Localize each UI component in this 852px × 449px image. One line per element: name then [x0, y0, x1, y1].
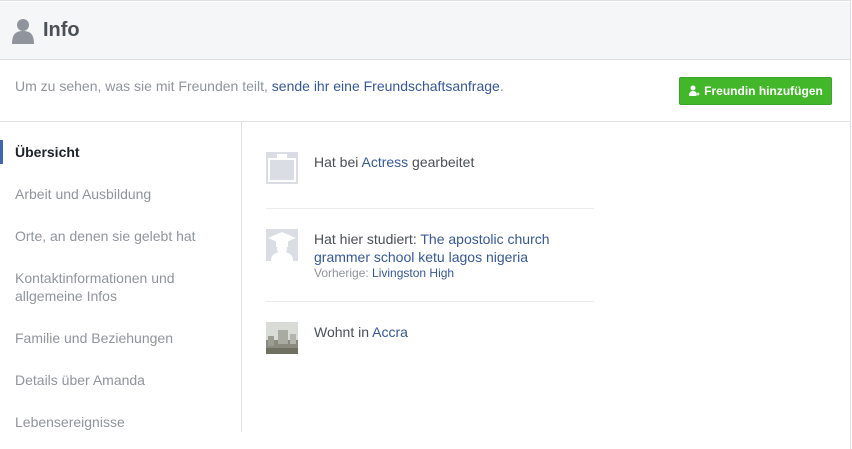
education-text: Hat hier studiert: The apostolic church …: [314, 230, 594, 266]
work-employer-link[interactable]: Actress: [361, 154, 408, 170]
graduation-cap-icon: [266, 229, 298, 261]
add-friend-label: Freundin hinzufügen: [704, 84, 823, 98]
sidebar-item-overview[interactable]: Übersicht: [15, 143, 235, 161]
previous-school: Vorherige: Livingston High: [314, 266, 454, 280]
notice-text: Um zu sehen, was sie mit Freunden teilt,…: [15, 78, 504, 94]
sidebar: Übersicht Arbeit und Ausbildung Orte, an…: [0, 122, 242, 432]
add-friend-icon: [689, 85, 700, 96]
page-title: Info: [43, 19, 80, 41]
work-prefix: Hat bei: [314, 154, 362, 170]
briefcase-icon: [266, 152, 298, 184]
previous-school-link[interactable]: Livingston High: [372, 266, 454, 280]
work-suffix: gearbeitet: [408, 154, 475, 170]
divider: [266, 208, 594, 209]
city-photo: [266, 322, 298, 354]
residence-entry: Wohnt in Accra: [266, 322, 594, 354]
notice-prefix: Um zu sehen, was sie mit Freunden teilt,: [15, 78, 272, 94]
previous-label: Vorherige:: [314, 266, 373, 280]
education-prefix: Hat hier studiert:: [314, 231, 421, 247]
work-entry: Hat bei Actress gearbeitet: [266, 152, 594, 186]
residence-text: Wohnt in Accra: [314, 323, 594, 341]
residence-prefix: Wohnt in: [314, 324, 373, 340]
city-link[interactable]: Accra: [372, 324, 408, 340]
send-friend-request-link[interactable]: sende ihr eine Freundschaftsanfrage: [272, 78, 500, 94]
info-header: Info: [0, 2, 850, 60]
divider: [266, 301, 594, 302]
sidebar-item-family[interactable]: Familie und Beziehungen: [15, 329, 235, 347]
sidebar-item-details[interactable]: Details über Amanda: [15, 371, 235, 389]
work-text: Hat bei Actress gearbeitet: [314, 153, 594, 171]
sidebar-item-life-events[interactable]: Lebensereignisse: [15, 413, 235, 431]
education-entry: Hat hier studiert: The apostolic church …: [266, 229, 594, 280]
notice-suffix: .: [499, 78, 504, 94]
overview-content: Hat bei Actress gearbeitet Hat hier stud…: [242, 122, 850, 432]
sidebar-item-work-education[interactable]: Arbeit und Ausbildung: [15, 185, 235, 203]
person-icon: [12, 19, 34, 44]
sidebar-item-places-lived[interactable]: Orte, an denen sie gelebt hat: [15, 227, 235, 245]
info-panel: Info Um zu sehen, was sie mit Freunden t…: [0, 0, 851, 449]
sidebar-item-contact-info[interactable]: Kontaktinformationen und allgemeine Info…: [15, 269, 195, 305]
add-friend-button[interactable]: Freundin hinzufügen: [679, 77, 832, 105]
